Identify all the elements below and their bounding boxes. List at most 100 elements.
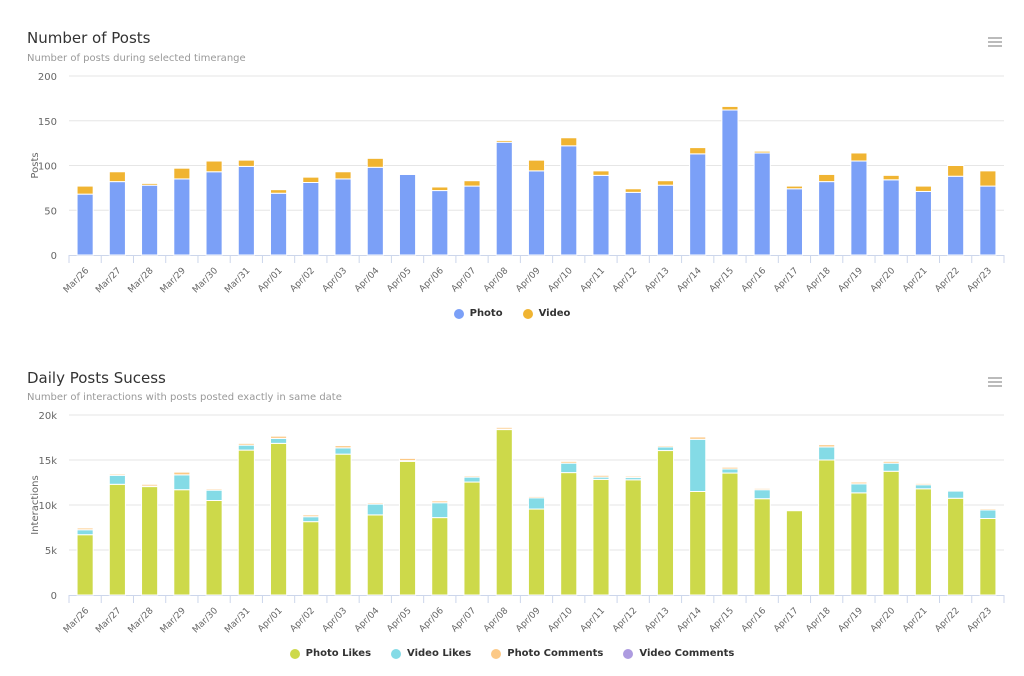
bar-segment-photo-likes[interactable] [624,479,642,596]
bar-segment-video-comments[interactable] [237,442,255,444]
bar-segment-video-comments[interactable] [76,526,94,529]
bar-segment-photo[interactable] [141,184,159,256]
bar-segment-photo-likes[interactable] [656,450,675,596]
bar-segment-video[interactable] [785,185,803,190]
bar-segment-video[interactable] [334,171,352,180]
bar-segment-video[interactable] [592,170,610,176]
bar-segment-video-likes[interactable] [108,474,126,485]
bar-segment-video[interactable] [560,137,578,147]
bar-segment-video-comments[interactable] [753,487,771,489]
bar-segment-photo[interactable] [560,145,578,256]
bar-segment-photo[interactable] [882,179,900,256]
legend-item-video-likes[interactable]: Video Likes [391,648,471,659]
bar-segment-video-likes[interactable] [205,489,223,501]
bar-segment-photo[interactable] [431,190,449,256]
bar-segment-photo-likes[interactable] [173,489,191,596]
bar-segment-video-likes[interactable] [979,509,997,519]
bar-segment-video-likes[interactable] [527,497,546,510]
bar-segment-video-likes[interactable] [560,462,578,474]
bar-segment-photo[interactable] [76,193,94,256]
bar-segment-video[interactable] [141,182,159,186]
bar-segment-photo-likes[interactable] [366,514,384,596]
bar-segment-photo-likes[interactable] [785,509,803,596]
bar-segment-video[interactable] [463,180,481,187]
legend-item-video[interactable]: Video [522,308,570,319]
bar-segment-photo[interactable] [237,165,255,256]
bar-segment-video-likes[interactable] [431,502,449,519]
bar-segment-video-likes[interactable] [302,516,320,523]
bar-segment-video[interactable] [270,189,288,194]
bar-segment-photo-likes[interactable] [560,472,578,596]
bar-segment-video-likes[interactable] [818,446,836,461]
legend-item-video-comments[interactable]: Video Comments [623,648,734,659]
legend-item-photo[interactable]: Photo [453,308,503,319]
bar-segment-video-comments[interactable] [366,501,384,504]
bar-segment-photo[interactable] [495,141,513,256]
bar-segment-photo-likes[interactable] [979,518,997,596]
bar-segment-photo-likes[interactable] [237,449,255,596]
bar-segment-video[interactable] [947,165,965,177]
bar-segment-video-likes[interactable] [689,438,707,493]
bar-segment-photo-comments[interactable] [785,508,803,511]
bar-segment-photo[interactable] [205,171,223,256]
bar-segment-video[interactable] [366,157,384,168]
bar-segment-photo-likes[interactable] [108,483,126,596]
legend-item-photo-comments[interactable]: Photo Comments [491,648,603,659]
bar-segment-photo-likes[interactable] [334,453,352,596]
bar-segment-video-likes[interactable] [270,437,288,444]
bar-segment-photo[interactable] [947,175,965,256]
bar-segment-video[interactable] [753,150,771,154]
bar-segment-video-comments[interactable] [463,474,481,477]
bar-segment-photo[interactable] [302,182,320,256]
bar-segment-photo[interactable] [721,109,739,256]
bar-segment-video-comments[interactable] [205,487,223,490]
bar-segment-photo-comments[interactable] [592,474,610,478]
bar-segment-video-likes[interactable] [366,503,384,516]
bar-segment-video-comments[interactable] [979,507,997,510]
bar-segment-video-likes[interactable] [237,444,255,451]
bar-segment-video[interactable] [431,186,449,192]
bar-segment-photo-comments[interactable] [495,426,513,430]
bar-segment-video[interactable] [818,173,836,183]
bar-segment-photo-likes[interactable] [495,428,513,596]
bar-segment-video-comments[interactable] [173,471,191,473]
bar-segment-photo-likes[interactable] [947,497,965,596]
bar-segment-video[interactable] [205,160,223,173]
bar-segment-video-comments[interactable] [527,495,546,497]
bar-segment-photo-likes[interactable] [141,486,159,596]
bar-segment-photo-comments[interactable] [141,483,159,487]
bar-segment-photo-likes[interactable] [850,492,868,596]
bar-segment-video-comments[interactable] [560,460,578,462]
bar-segment-video[interactable] [656,180,675,186]
bar-segment-video-likes[interactable] [914,484,932,490]
bar-segment-video-comments[interactable] [108,472,126,475]
bar-segment-video-comments[interactable] [431,499,449,502]
bar-segment-video[interactable] [624,188,642,193]
bar-segment-photo-likes[interactable] [753,498,771,596]
bar-segment-video[interactable] [398,173,417,175]
bar-segment-photo-likes[interactable] [914,488,932,596]
bar-segment-video-comments[interactable] [721,466,739,468]
bar-segment-video-comments[interactable] [270,435,288,437]
bar-segment-photo[interactable] [753,152,771,256]
bar-segment-video-likes[interactable] [334,447,352,455]
bar-segment-photo[interactable] [850,160,868,256]
bar-segment-video[interactable] [882,174,900,181]
bar-segment-photo-likes[interactable] [302,521,320,596]
bar-segment-photo-comments[interactable] [398,457,417,462]
bar-segment-photo-comments[interactable] [624,475,642,479]
bar-segment-video-comments[interactable] [689,435,707,438]
bar-segment-photo-likes[interactable] [431,517,449,596]
bar-segment-photo[interactable] [624,191,642,256]
bar-segment-photo-likes[interactable] [721,472,739,596]
bar-segment-photo-likes[interactable] [592,478,610,596]
bar-segment-video-likes[interactable] [173,474,191,491]
bar-segment-video-comments[interactable] [850,481,868,483]
bar-segment-video-likes[interactable] [463,476,481,483]
bar-segment-video-likes[interactable] [850,483,868,494]
bar-segment-video-comments[interactable] [334,444,352,447]
bar-segment-video[interactable] [108,171,126,183]
bar-segment-video-comments[interactable] [947,489,965,491]
bar-segment-photo-likes[interactable] [818,459,836,596]
bar-segment-photo[interactable] [463,185,481,256]
